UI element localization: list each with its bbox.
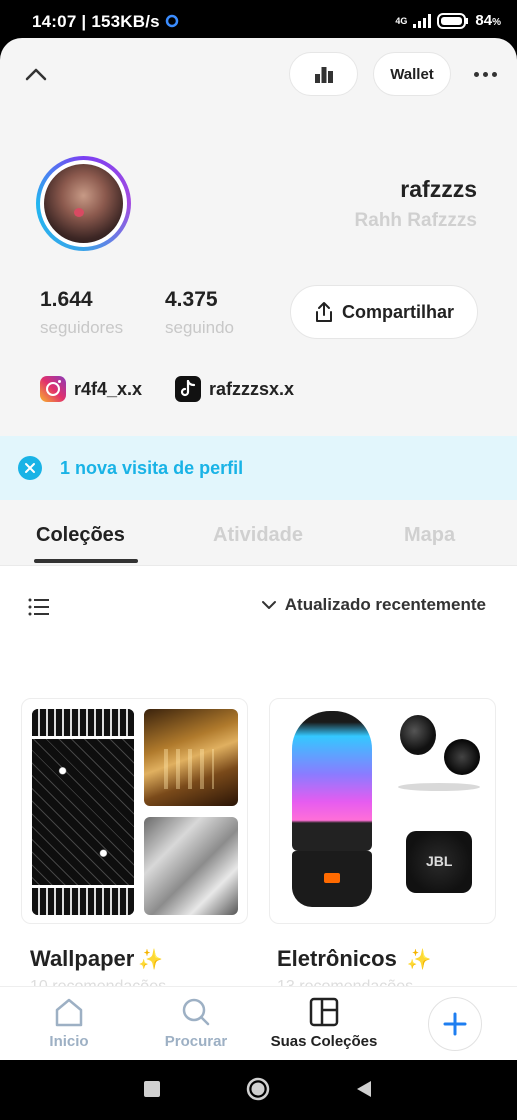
share-icon (315, 302, 332, 322)
recents-icon[interactable] (144, 1081, 160, 1097)
app-screen: Wallet rafzzzs Rahh Rafzzzs 1.644 seguid… (0, 38, 517, 1060)
back-icon[interactable] (356, 1080, 372, 1098)
nav-colecoes-label: Suas Coleções (270, 1033, 378, 1050)
search-icon (182, 998, 210, 1026)
status-speed: 153KB/s (91, 12, 160, 31)
tiktok-link[interactable]: rafzzzsx.x (175, 376, 294, 402)
nav-procurar[interactable]: Procurar (141, 997, 251, 1050)
collection-card-eletronicos[interactable]: JBL (269, 698, 496, 924)
more-options-button[interactable] (468, 62, 502, 86)
stats-button[interactable] (289, 52, 358, 96)
sparkles-icon: ✨ (406, 948, 432, 971)
sheets-thumbnail (144, 817, 238, 915)
collapse-button[interactable] (22, 60, 50, 88)
earbuds-thumbnail (392, 709, 486, 806)
status-time-text: 14:07 (32, 12, 77, 31)
visit-label: visita de perfil (122, 457, 244, 478)
status-right: 4G 84% (395, 12, 501, 29)
tiktok-icon (175, 376, 201, 402)
jbl-go-thumbnail: JBL (392, 817, 486, 915)
status-time: 14:07 | 153KB/s (32, 12, 179, 32)
profile-visit-banner[interactable]: 1 nova visita de perfil (0, 436, 517, 500)
followers-label: seguidores (40, 318, 124, 337)
tab-mapa[interactable]: Mapa (404, 524, 455, 547)
chevron-up-icon (25, 68, 47, 81)
full-name: Rahh Rafzzzs (354, 210, 477, 231)
chevron-down-icon (261, 601, 276, 609)
dot-icon (482, 71, 488, 77)
speaker-thumbnail (280, 709, 382, 915)
tiktok-handle: rafzzzsx.x (209, 378, 295, 399)
nav-procurar-label: Procurar (164, 1033, 228, 1050)
collections-icon (309, 997, 339, 1027)
wallet-button[interactable]: Wallet (373, 52, 451, 96)
battery-level: 84% (475, 12, 501, 29)
nav-inicio[interactable]: Inicio (14, 997, 124, 1050)
battery-icon (437, 12, 469, 29)
circle-icon (165, 14, 178, 28)
add-button[interactable] (428, 997, 482, 1051)
plus-icon (443, 1012, 467, 1036)
home-button-icon[interactable] (246, 1077, 270, 1101)
tab-colecoes[interactable]: Coleções (36, 524, 125, 547)
instagram-handle: r4f4_x.x (74, 378, 143, 399)
dot-icon (473, 71, 479, 77)
close-icon[interactable] (18, 456, 42, 480)
system-navigation-bar (0, 1060, 517, 1120)
bandana-thumbnail (32, 709, 134, 915)
home-icon (55, 998, 83, 1027)
profile-tabs: Coleções Atividade Mapa (0, 510, 517, 566)
dot-icon (491, 71, 497, 77)
followers-stat[interactable]: 1.644 seguidores (40, 288, 123, 338)
share-label: Compartilhar (341, 301, 455, 322)
tab-atividade[interactable]: Atividade (213, 524, 303, 547)
followers-count: 1.644 (40, 288, 93, 311)
signal-icon (413, 13, 432, 28)
list-view-icon[interactable] (28, 598, 50, 616)
collection-title-eletronicos[interactable]: Eletrônicos ✨ (277, 946, 432, 972)
visit-text: 1 nova visita de perfil (60, 458, 243, 479)
following-count: 4.375 (165, 288, 218, 311)
sort-label: Atualizado recentemente (284, 595, 486, 614)
visit-count: 1 nova (60, 457, 118, 478)
lv-thumbnail (144, 709, 238, 806)
nav-suas-colecoes[interactable]: Suas Coleções (269, 997, 379, 1050)
nav-inicio-label: Inicio (49, 1033, 89, 1050)
collection-title-wallpaper[interactable]: Wallpaper ✨ (30, 946, 163, 972)
sort-dropdown[interactable]: Atualizado recentemente (261, 595, 486, 615)
following-label: seguindo (165, 318, 235, 337)
username: rafzzzs (400, 176, 477, 202)
sparkles-icon: ✨ (138, 948, 164, 971)
active-tab-indicator (34, 559, 138, 563)
bar-chart-icon (314, 67, 333, 83)
network-label: 4G (395, 15, 408, 26)
top-bar: Wallet (0, 38, 517, 110)
instagram-icon (40, 376, 66, 402)
avatar (44, 164, 123, 243)
instagram-link[interactable]: r4f4_x.x (40, 376, 142, 402)
bottom-navigation: Inicio Procurar Suas Coleções (0, 986, 517, 1060)
avatar-ring[interactable] (36, 156, 131, 251)
share-button[interactable]: Compartilhar (290, 285, 478, 339)
following-stat[interactable]: 4.375 seguindo (165, 288, 234, 338)
collection-card-wallpaper[interactable] (21, 698, 248, 924)
